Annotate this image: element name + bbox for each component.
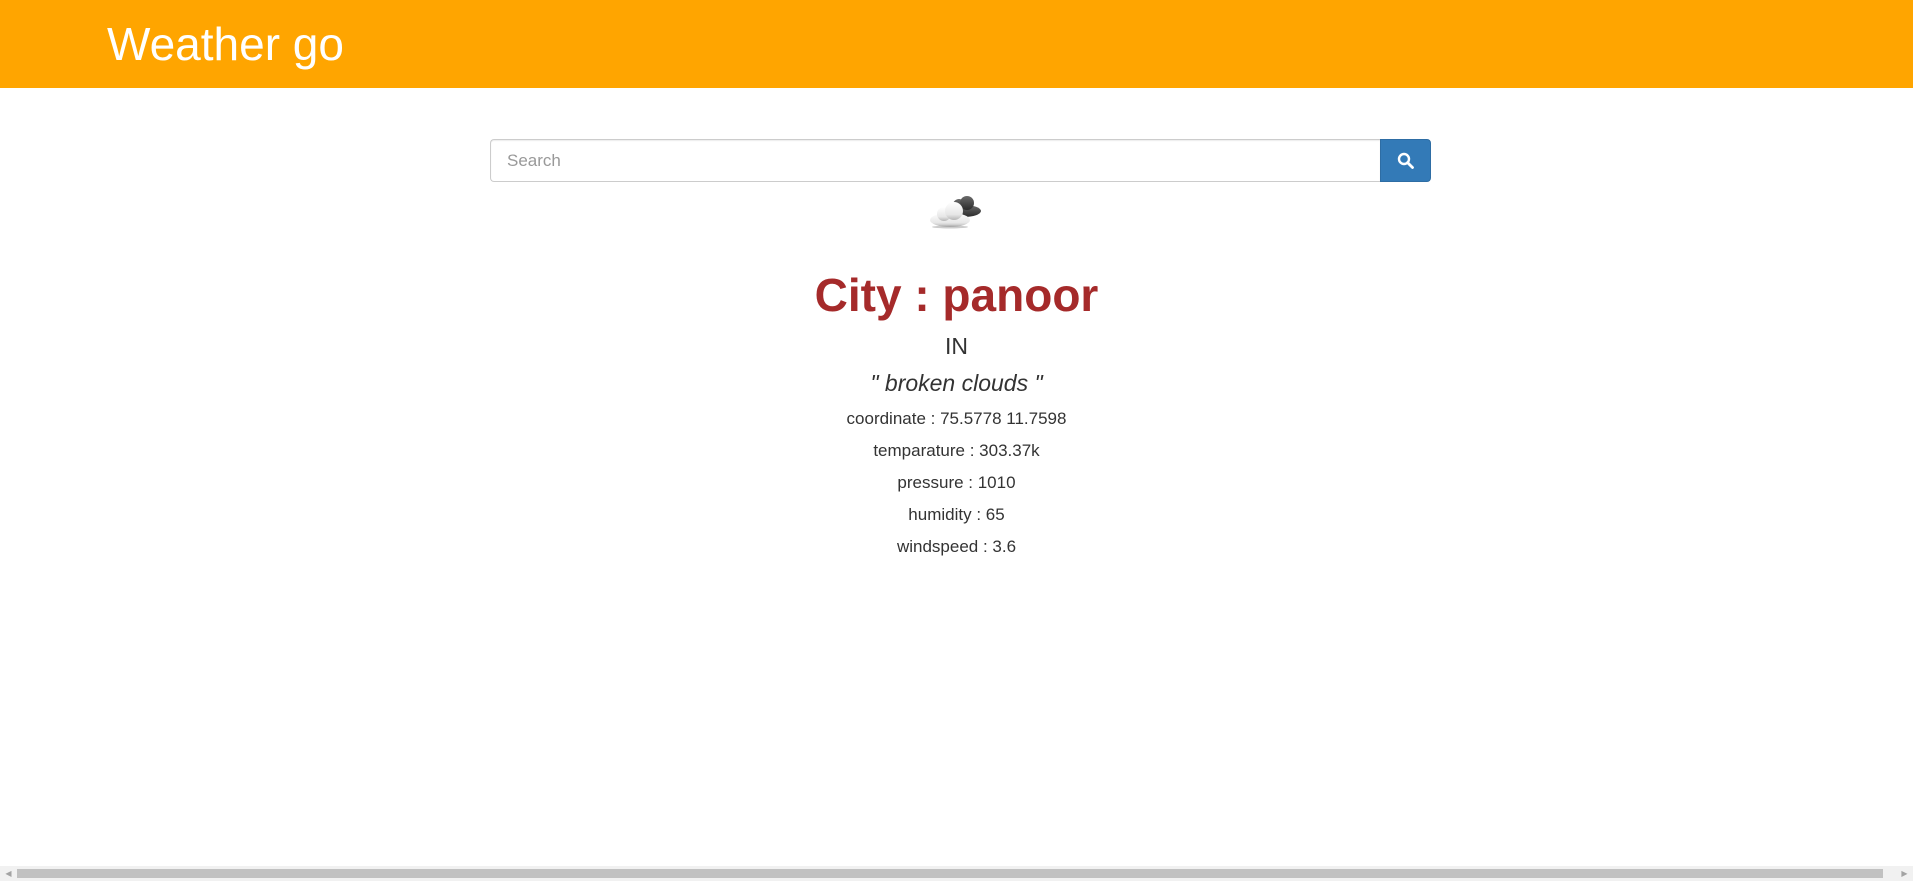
city-name: City : panoor [814,269,1099,321]
temperature-text: temparature : 303.37k [873,441,1040,460]
search-group [490,139,1431,182]
horizontal-scrollbar[interactable]: ◀ ▶ [0,866,1913,881]
search-input[interactable] [490,139,1380,182]
country-code: IN [945,333,968,359]
scrollbar-thumb[interactable] [17,869,1883,878]
humidity-text: humidity : 65 [908,505,1005,524]
search-icon [1397,152,1414,169]
pressure-text: pressure : 1010 [897,473,1016,492]
coordinate-text: coordinate : 75.5778 11.7598 [846,409,1067,428]
search-button[interactable] [1380,139,1431,182]
weather-description: " broken clouds " [870,370,1043,396]
page: Weather go Search City: panoor IN " bro… [0,0,1913,881]
weather-info: City : panoor IN " broken clouds " coord… [0,265,1913,558]
scroll-left-arrow-icon[interactable]: ◀ [0,866,17,881]
brand-title[interactable]: Weather go [107,21,344,67]
windspeed-text: windspeed : 3.6 [896,537,1017,556]
header-bar: Weather go [0,0,1913,88]
broken-clouds-icon [930,196,981,229]
scroll-right-arrow-icon[interactable]: ▶ [1896,866,1913,881]
